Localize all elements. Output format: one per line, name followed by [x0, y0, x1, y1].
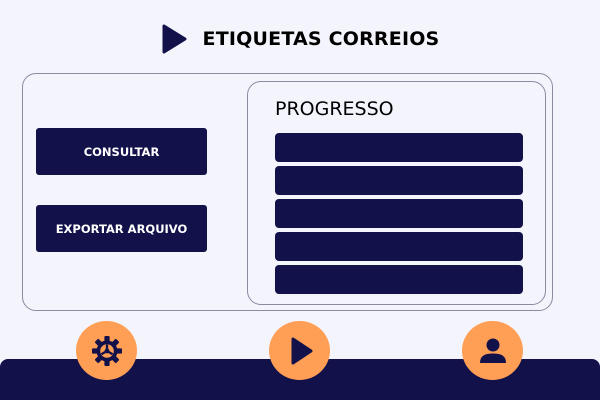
user-icon: [479, 338, 506, 363]
progress-bar: [275, 265, 523, 294]
progress-title: PROGRESSO: [275, 98, 394, 120]
app-header: ETIQUETAS CORREIOS: [0, 22, 600, 56]
play-button[interactable]: [269, 321, 330, 380]
settings-button[interactable]: [76, 321, 137, 380]
play-triangle-icon: [162, 24, 187, 54]
progress-bar: [275, 199, 523, 228]
user-profile-button[interactable]: [462, 321, 523, 380]
progress-bar: [275, 166, 523, 195]
progress-bar: [275, 133, 523, 162]
gear-icon: [91, 335, 122, 366]
app-title: ETIQUETAS CORREIOS: [202, 28, 440, 50]
consultar-button[interactable]: CONSULTAR: [36, 128, 207, 175]
progress-bar: [275, 232, 523, 261]
export-file-button[interactable]: EXPORTAR ARQUIVO: [36, 205, 207, 252]
play-icon: [291, 337, 312, 364]
